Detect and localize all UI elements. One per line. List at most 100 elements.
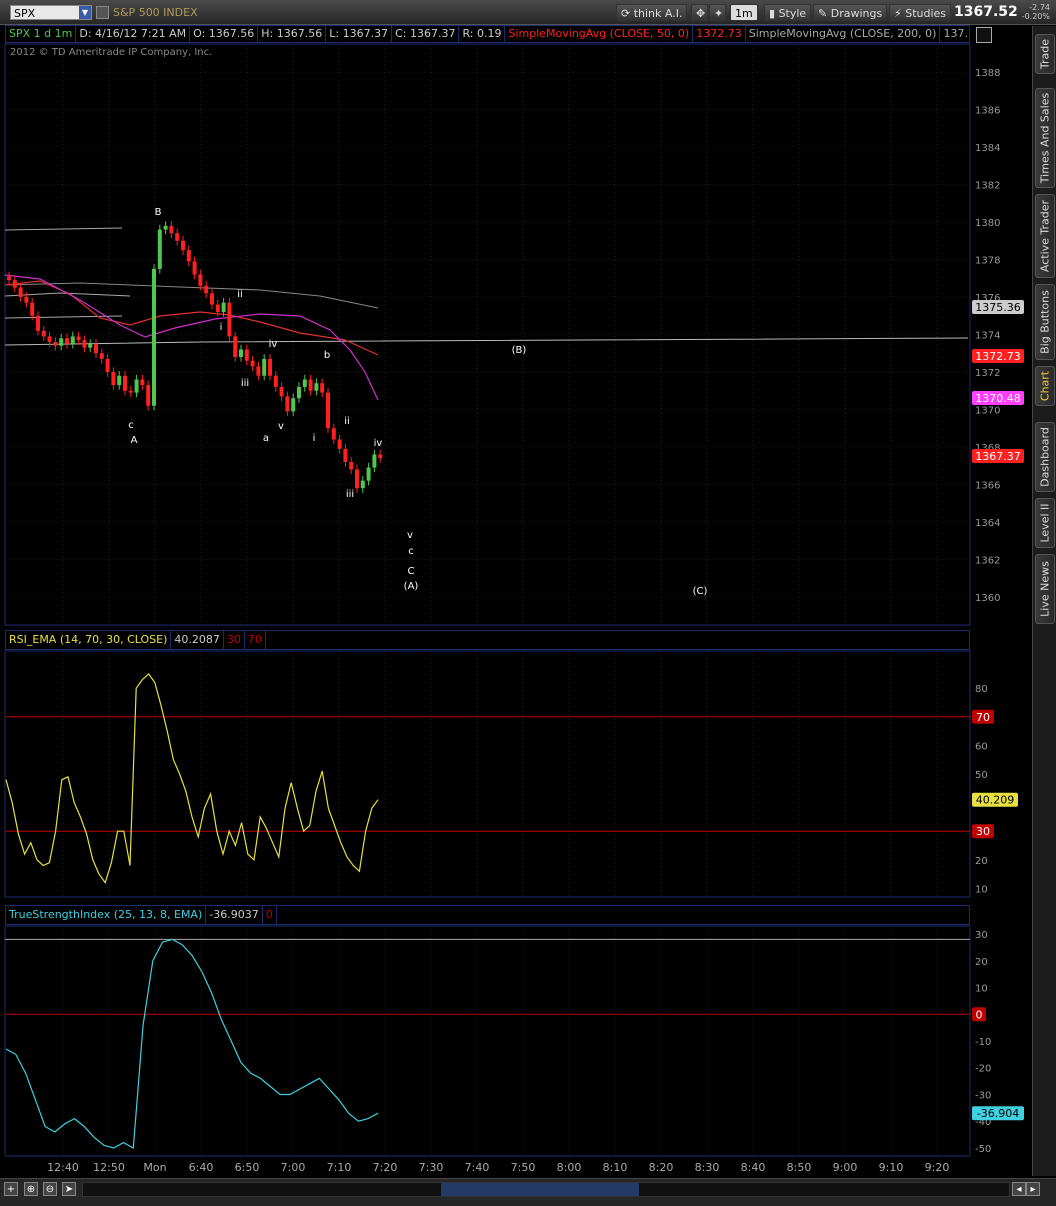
tab-trade[interactable]: Trade	[1035, 34, 1055, 74]
candle	[273, 375, 278, 387]
wave-label: c	[128, 420, 134, 431]
sma50-label[interactable]: SimpleMovingAvg (CLOSE, 50, 0)	[505, 26, 694, 42]
candle	[18, 287, 23, 298]
wave-label: (B)	[512, 345, 527, 356]
wave-label: i	[313, 433, 316, 444]
candle	[192, 261, 197, 275]
x-tick-label: 12:50	[93, 1161, 125, 1174]
candle	[244, 349, 249, 361]
rsi-value: 40.2087	[171, 631, 224, 649]
y-tick-label: 1366	[975, 480, 1000, 491]
y-tick-label: 1384	[975, 143, 1000, 154]
candle	[355, 469, 359, 489]
candle	[233, 336, 238, 357]
candle	[53, 341, 58, 346]
wave-label: iv	[269, 339, 278, 350]
candle	[65, 338, 69, 344]
candle	[320, 383, 325, 393]
tab-active-trader[interactable]: Active Trader	[1035, 194, 1055, 278]
candle	[76, 336, 81, 341]
candle	[47, 336, 52, 342]
candle	[88, 343, 93, 348]
tsi-value: -36.9037	[206, 906, 263, 924]
candle	[163, 225, 168, 230]
candle	[262, 358, 267, 376]
zoom-in-icon[interactable]: ⊕	[24, 1182, 38, 1196]
x-tick-label: 8:40	[741, 1161, 766, 1174]
rsi-level-label: 30	[976, 825, 990, 838]
candle	[186, 250, 191, 262]
candle	[140, 379, 145, 386]
candle	[378, 454, 383, 459]
x-tick-label: 7:40	[465, 1161, 490, 1174]
wave-label: ii	[344, 416, 350, 427]
tsi-label[interactable]: TrueStrengthIndex (25, 13, 8, EMA)	[6, 906, 207, 924]
rsi-y-tick-label: 80	[975, 684, 988, 695]
rsi-label[interactable]: RSI_EMA (14, 70, 30, CLOSE)	[6, 631, 172, 649]
candle	[181, 240, 185, 251]
candle	[337, 439, 342, 449]
tsi-panel	[4, 925, 971, 1157]
sma200-label[interactable]: SimpleMovingAvg (CLOSE, 200, 0)	[746, 26, 941, 42]
time-scrollbar[interactable]	[82, 1182, 1010, 1197]
info-date: D: 4/16/12 7:21 AM	[76, 26, 191, 42]
rsi-os-level: 30	[224, 631, 245, 649]
x-tick-label: 12:40	[47, 1161, 79, 1174]
info-symbol: SPX 1 d 1m	[6, 26, 77, 42]
candle	[256, 366, 261, 376]
candle	[99, 353, 104, 359]
tab-dashboard[interactable]: Dashboard	[1035, 422, 1055, 492]
candle	[360, 480, 365, 489]
chart-area[interactable]: BcAiiiiviiiavbiiiiviiivcC(A)(B)(C) 12:40…	[0, 0, 1032, 1178]
price-tag-label: 1372.73	[975, 350, 1021, 363]
pan-icon[interactable]: +	[4, 1182, 18, 1196]
x-tick-label: 7:20	[373, 1161, 398, 1174]
x-tick-label: 6:40	[189, 1161, 214, 1174]
candle	[134, 379, 139, 393]
sma200-line	[4, 282, 379, 309]
info-low: L: 1367.37	[326, 26, 393, 42]
candle	[59, 338, 64, 346]
price-tag-label: 1370.48	[975, 392, 1021, 405]
tsi-current-label: -36.904	[977, 1107, 1019, 1120]
tab-level-ii[interactable]: Level II	[1035, 498, 1055, 548]
scroll-right-icon[interactable]: ▸	[1026, 1182, 1040, 1196]
info-high: H: 1367.56	[258, 26, 327, 42]
tab-times-and-sales[interactable]: Times And Sales	[1035, 88, 1055, 188]
rsi-level-label: 70	[976, 711, 990, 724]
rsi-line	[5, 673, 379, 885]
candle	[372, 454, 377, 468]
y-tick-label: 1360	[975, 593, 1000, 604]
scrollbar-thumb[interactable]	[441, 1183, 639, 1196]
y-tick-label: 1380	[975, 218, 1000, 229]
y-tick-label: 1378	[975, 256, 1000, 267]
candle	[308, 379, 313, 391]
candle	[326, 392, 330, 429]
chart-settings-icon[interactable]	[976, 27, 992, 43]
wave-label: b	[324, 350, 330, 361]
cursor-icon[interactable]: ➤	[62, 1182, 76, 1196]
rsi-y-tick-label: 10	[975, 884, 988, 895]
x-tick-label: 8:30	[695, 1161, 720, 1174]
candle	[70, 336, 75, 344]
tab-live-news[interactable]: Live News	[1035, 554, 1055, 624]
tab-big-buttons[interactable]: Big Buttons	[1035, 284, 1055, 360]
x-tick-label: 8:10	[603, 1161, 628, 1174]
candle	[349, 461, 354, 470]
rsi-ob-level: 70	[245, 631, 266, 649]
tsi-zero-level: 0	[263, 906, 277, 924]
candle	[7, 276, 11, 281]
candle	[343, 448, 348, 462]
tsi-y-tick-label: 10	[975, 984, 988, 995]
sma200-value: 137...	[943, 27, 969, 40]
wave-label: C	[408, 566, 415, 577]
candle	[314, 383, 319, 391]
candle	[146, 385, 151, 406]
scroll-left-icon[interactable]: ◂	[1012, 1182, 1026, 1196]
y-tick-label: 1362	[975, 555, 1000, 566]
price-info-bar: SPX 1 d 1m D: 4/16/12 7:21 AM O: 1367.56 H:…	[5, 25, 970, 43]
sidebar: Trade Times And Sales Active Trader Big …	[1032, 26, 1056, 1176]
zoom-out-icon[interactable]: ⊖	[43, 1182, 57, 1196]
tab-chart[interactable]: Chart	[1035, 366, 1055, 406]
candle	[152, 268, 156, 406]
